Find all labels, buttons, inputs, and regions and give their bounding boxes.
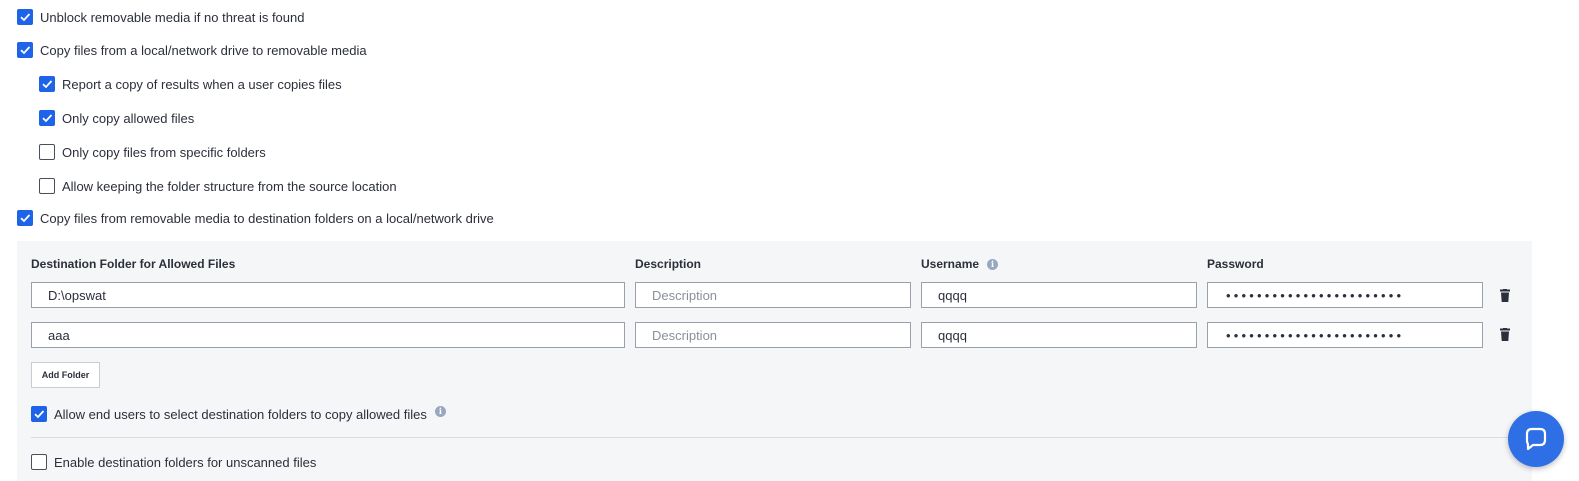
option-label: Report a copy of results when a user cop… (62, 76, 342, 92)
trash-icon[interactable] (1499, 289, 1511, 303)
password-input[interactable]: ••••••••••••••••••••••• (1207, 322, 1483, 348)
option-copy-removable-to-dest[interactable]: Copy files from removable media to desti… (17, 208, 494, 228)
checkbox-unblock-removable[interactable] (17, 9, 33, 25)
field-value: D:\opswat (48, 287, 106, 303)
field-value: ••••••••••••••••••••••• (1226, 287, 1405, 303)
header-description: Description (635, 257, 701, 271)
option-only-specific-folders[interactable]: Only copy files from specific folders (39, 142, 266, 162)
option-label: Copy files from removable media to desti… (40, 210, 494, 226)
checkbox-keep-structure[interactable] (39, 178, 55, 194)
check-icon (20, 13, 31, 22)
checkbox-allow-end-users[interactable] (31, 406, 47, 422)
option-copy-local-to-removable[interactable]: Copy files from a local/network drive to… (17, 40, 367, 60)
checkbox-copy-removable-to-dest[interactable] (17, 210, 33, 226)
check-icon (20, 46, 31, 55)
option-label: Only copy files from specific folders (62, 144, 266, 160)
field-value: qqqq (938, 287, 967, 303)
chat-icon (1525, 427, 1547, 451)
option-keep-structure[interactable]: Allow keeping the folder structure from … (39, 176, 397, 196)
header-destination-folder: Destination Folder for Allowed Files (31, 257, 235, 271)
option-unblock-removable[interactable]: Unblock removable media if no threat is … (17, 7, 304, 27)
check-icon (20, 214, 31, 223)
password-input[interactable]: ••••••••••••••••••••••• (1207, 282, 1483, 308)
description-input[interactable] (635, 282, 911, 308)
check-icon (42, 80, 53, 89)
header-password: Password (1207, 257, 1264, 271)
checkbox-only-specific-folders[interactable] (39, 144, 55, 160)
trash-icon[interactable] (1499, 328, 1511, 342)
option-allow-end-users[interactable]: Allow end users to select destination fo… (31, 404, 446, 424)
field-value: qqqq (938, 327, 967, 343)
info-icon[interactable]: i (434, 405, 446, 417)
option-enable-unscanned[interactable]: Enable destination folders for unscanned… (31, 452, 316, 472)
destination-folder-input[interactable]: aaa (31, 322, 625, 348)
check-icon (34, 410, 45, 419)
checkbox-report-copy[interactable] (39, 76, 55, 92)
username-input[interactable]: qqqq (921, 282, 1197, 308)
check-icon (42, 114, 53, 123)
checkbox-enable-unscanned[interactable] (31, 454, 47, 470)
option-report-copy[interactable]: Report a copy of results when a user cop… (39, 74, 342, 94)
option-label: Unblock removable media if no threat is … (40, 9, 305, 25)
description-input[interactable] (635, 322, 911, 348)
checkbox-copy-local-to-removable[interactable] (17, 42, 33, 58)
option-only-allowed[interactable]: Only copy allowed files (39, 108, 194, 128)
header-label: Username (921, 257, 980, 271)
option-label: Enable destination folders for unscanned… (54, 454, 317, 470)
option-label: Copy files from a local/network drive to… (40, 42, 367, 58)
option-label: Allow end users to select destination fo… (54, 406, 427, 422)
header-label: Password (1207, 257, 1264, 271)
destination-folder-input[interactable]: D:\opswat (31, 282, 625, 308)
add-folder-button[interactable]: Add Folder (31, 362, 100, 388)
info-icon[interactable]: i (987, 258, 999, 270)
checkbox-only-allowed[interactable] (39, 110, 55, 126)
divider (31, 437, 1531, 438)
field-value: aaa (48, 327, 70, 343)
header-label: Description (635, 257, 702, 271)
username-input[interactable]: qqqq (921, 322, 1197, 348)
destination-panel (17, 241, 1532, 481)
option-label: Only copy allowed files (62, 110, 195, 126)
option-label: Allow keeping the folder structure from … (62, 178, 397, 194)
header-username: Username i (921, 257, 999, 271)
header-label: Destination Folder for Allowed Files (31, 257, 236, 271)
chat-button[interactable] (1508, 411, 1564, 467)
field-value: ••••••••••••••••••••••• (1226, 327, 1405, 343)
